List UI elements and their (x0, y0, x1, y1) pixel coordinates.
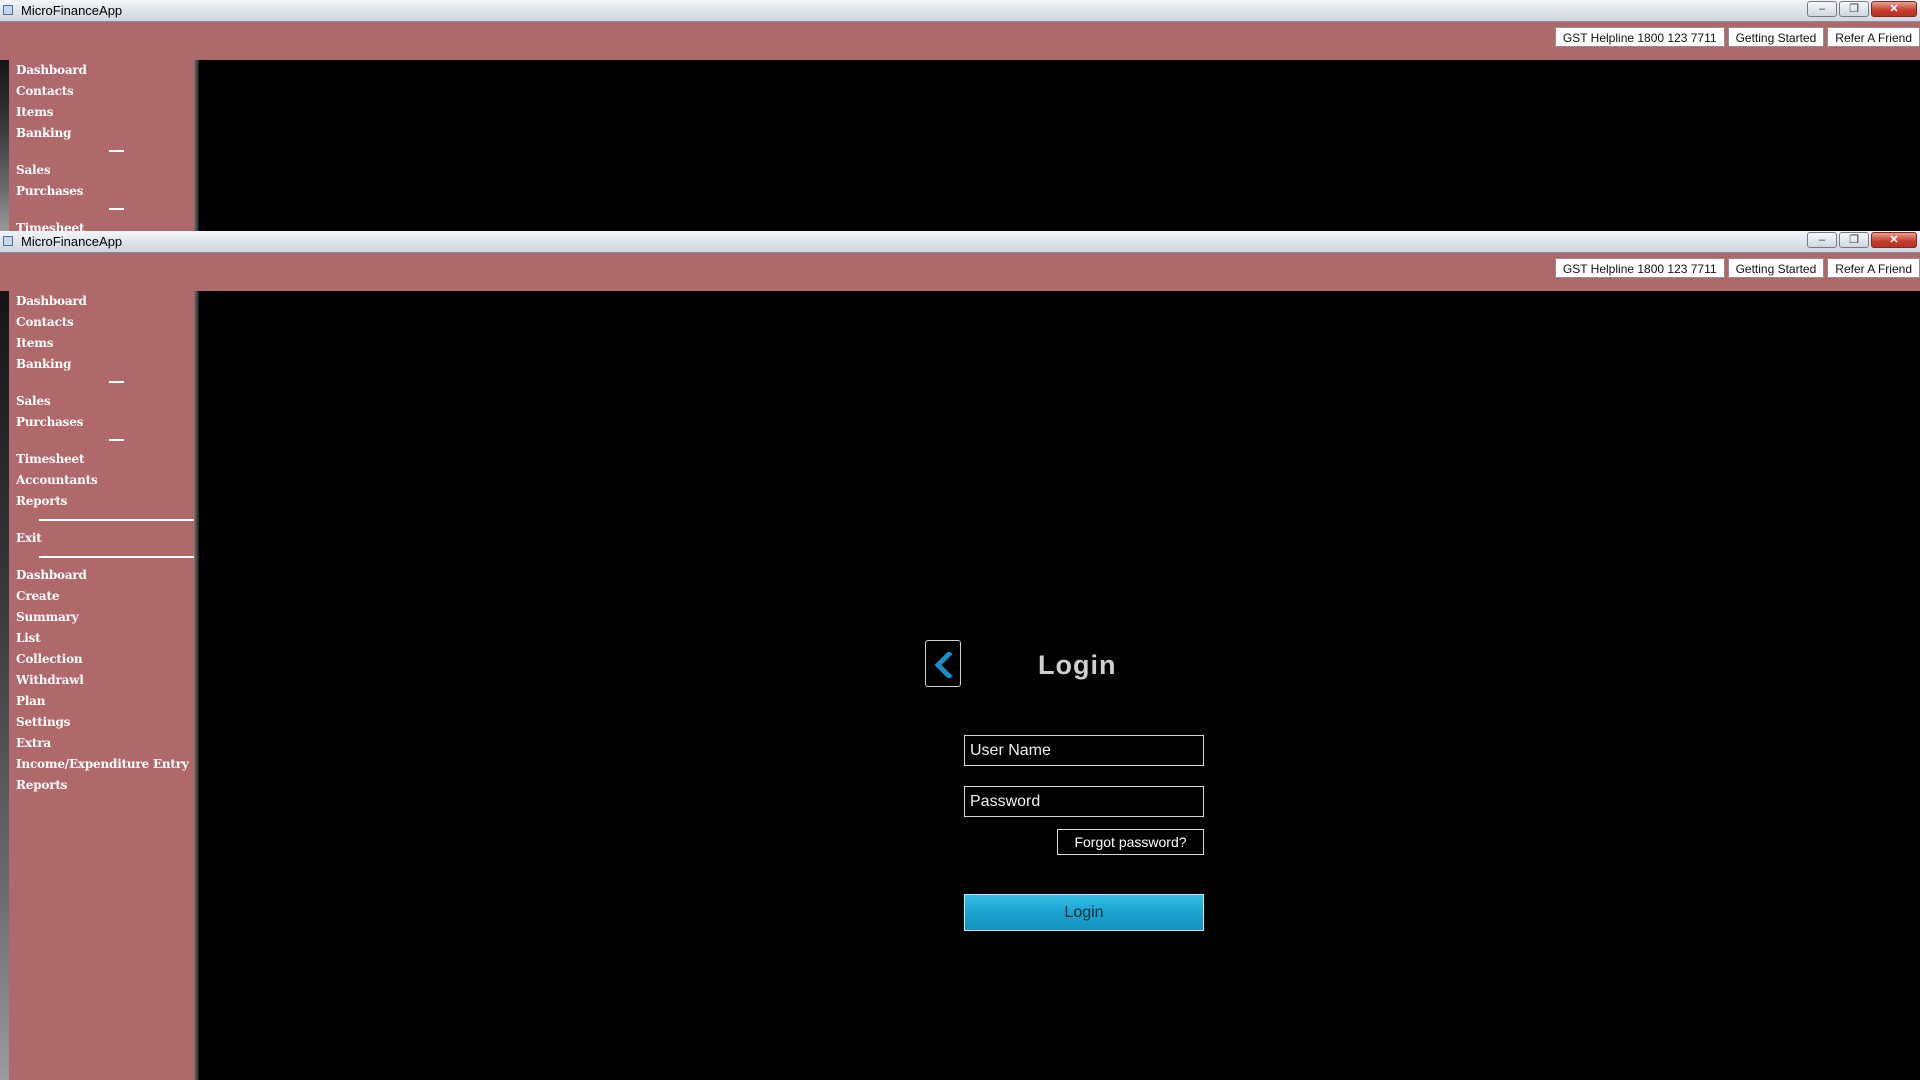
login-button[interactable]: Login (964, 894, 1204, 931)
content-area (199, 60, 1920, 231)
app-icon (3, 5, 13, 15)
left-edge-bar (0, 60, 9, 231)
sidebar-item-sales[interactable]: Sales (9, 160, 194, 181)
top-links: GST Helpline 1800 123 7711 Getting Start… (1552, 27, 1920, 47)
separator (9, 202, 194, 218)
sidebar-item-items[interactable]: Items (9, 333, 194, 354)
sidebar: Dashboard Contacts Items Banking Sales P… (9, 60, 194, 231)
minimize-button[interactable]: – (1807, 232, 1837, 248)
sidebar-item-income-expenditure[interactable]: Income/Expenditure Entry (9, 754, 194, 775)
sidebar-item-timesheet[interactable]: Timesheet (9, 218, 194, 231)
sidebar-item-accountants[interactable]: Accountants (9, 470, 194, 491)
top-links: GST Helpline 1800 123 7711 Getting Start… (1552, 258, 1920, 278)
sidebar-item-sales[interactable]: Sales (9, 391, 194, 412)
sidebar-item-collection[interactable]: Collection (9, 649, 194, 670)
sidebar-item-summary[interactable]: Summary (9, 607, 194, 628)
back-button[interactable] (925, 640, 961, 687)
window-controls: – ❐ ✕ (1805, 1, 1917, 18)
app-icon (3, 236, 13, 246)
top-bar: GST Helpline 1800 123 7711 Getting Start… (0, 22, 1920, 60)
title-bar[interactable]: MicroFinanceApp – ❐ ✕ (0, 0, 1920, 22)
gst-helpline-link[interactable]: GST Helpline 1800 123 7711 (1554, 27, 1725, 47)
sidebar-item-list[interactable]: List (9, 628, 194, 649)
left-edge-bar (0, 291, 9, 1080)
window-title: MicroFinanceApp (21, 234, 123, 249)
refer-friend-link[interactable]: Refer A Friend (1827, 27, 1920, 47)
separator (9, 512, 194, 528)
sidebar-item-mf-dashboard[interactable]: Dashboard (9, 565, 194, 586)
sidebar-item-purchases[interactable]: Purchases (9, 181, 194, 202)
close-button[interactable]: ✕ (1871, 232, 1917, 248)
sidebar-item-dashboard[interactable]: Dashboard (9, 291, 194, 312)
username-input[interactable] (964, 735, 1204, 766)
refer-friend-link[interactable]: Refer A Friend (1827, 258, 1920, 278)
sidebar-item-mf-reports[interactable]: Reports (9, 775, 194, 796)
separator (9, 433, 194, 449)
sidebar-item-extra[interactable]: Extra (9, 733, 194, 754)
window-title: MicroFinanceApp (21, 3, 123, 18)
separator (9, 375, 194, 391)
sidebar-item-create[interactable]: Create (9, 586, 194, 607)
sidebar-nav: Dashboard Contacts Items Banking Sales P… (9, 60, 194, 231)
getting-started-link[interactable]: Getting Started (1727, 27, 1825, 47)
sidebar-item-dashboard[interactable]: Dashboard (9, 60, 194, 81)
sidebar-item-withdrawl[interactable]: Withdrawl (9, 670, 194, 691)
restore-button[interactable]: ❐ (1839, 232, 1869, 248)
top-bar: GST Helpline 1800 123 7711 Getting Start… (0, 253, 1920, 291)
sidebar-item-plan[interactable]: Plan (9, 691, 194, 712)
getting-started-link[interactable]: Getting Started (1727, 258, 1825, 278)
title-bar[interactable]: MicroFinanceApp – ❐ ✕ (0, 231, 1920, 253)
close-button[interactable]: ✕ (1871, 1, 1917, 17)
sidebar: Dashboard Contacts Items Banking Sales P… (9, 291, 194, 1080)
chevron-left-icon (934, 652, 953, 678)
password-input[interactable] (964, 786, 1204, 817)
sidebar-item-contacts[interactable]: Contacts (9, 81, 194, 102)
sidebar-item-banking[interactable]: Banking (9, 123, 194, 144)
forgot-password-button[interactable]: Forgot password? (1057, 829, 1204, 855)
separator (9, 144, 194, 160)
sidebar-item-purchases[interactable]: Purchases (9, 412, 194, 433)
window-controls: – ❐ ✕ (1805, 232, 1917, 249)
login-title: Login (1038, 650, 1117, 680)
sidebar-item-exit[interactable]: Exit (9, 528, 194, 549)
sidebar-item-items[interactable]: Items (9, 102, 194, 123)
sidebar-item-timesheet[interactable]: Timesheet (9, 449, 194, 470)
restore-button[interactable]: ❐ (1839, 1, 1869, 17)
gst-helpline-link[interactable]: GST Helpline 1800 123 7711 (1554, 258, 1725, 278)
window-back: MicroFinanceApp – ❐ ✕ GST Helpline 1800 … (0, 0, 1920, 231)
login-panel: Login Forgot password? Login (925, 640, 1205, 940)
sidebar-item-reports[interactable]: Reports (9, 491, 194, 512)
sidebar-item-contacts[interactable]: Contacts (9, 312, 194, 333)
separator (9, 549, 194, 565)
sidebar-item-banking[interactable]: Banking (9, 354, 194, 375)
minimize-button[interactable]: – (1807, 1, 1837, 17)
sidebar-item-settings[interactable]: Settings (9, 712, 194, 733)
sidebar-nav: Dashboard Contacts Items Banking Sales P… (9, 291, 194, 796)
